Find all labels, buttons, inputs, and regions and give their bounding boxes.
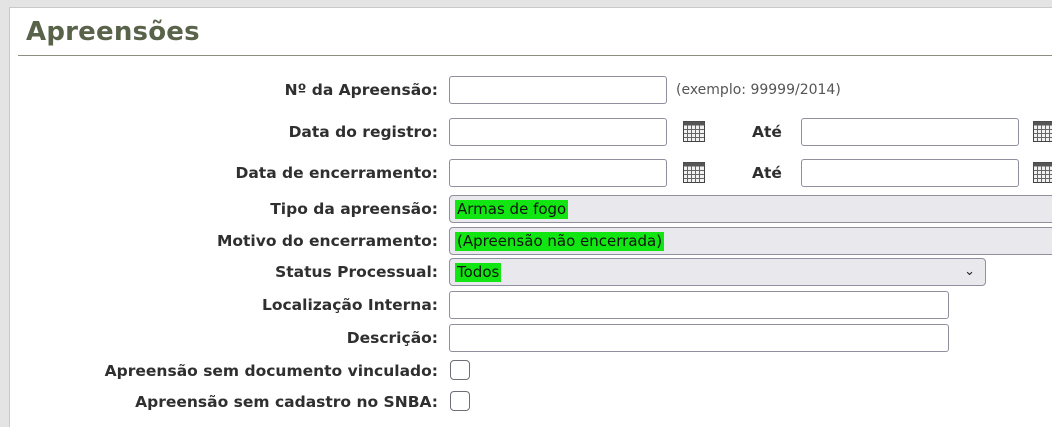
numero-input[interactable]	[449, 76, 667, 104]
status-label: Status Processual:	[275, 258, 438, 286]
sem-documento-checkbox[interactable]	[450, 360, 470, 380]
tipo-label: Tipo da apreensão:	[270, 195, 438, 223]
tipo-select[interactable]: Armas de fogo	[449, 195, 1052, 223]
data-encerramento-label: Data de encerramento:	[235, 159, 438, 187]
row-sem-snba: Apreensão sem cadastro no SNBA:	[0, 388, 1052, 416]
data-registro-label: Data do registro:	[289, 118, 438, 146]
sem-snba-checkbox[interactable]	[450, 391, 470, 411]
sem-snba-label: Apreensão sem cadastro no SNBA:	[135, 388, 438, 416]
calendar-icon[interactable]	[1033, 121, 1052, 142]
localizacao-label: Localização Interna:	[262, 291, 438, 319]
motivo-label: Motivo do encerramento:	[217, 227, 438, 255]
data-encerramento-ate-label: Até	[752, 159, 782, 187]
data-registro-ate-label: Até	[752, 118, 782, 146]
row-sem-documento: Apreensão sem documento vinculado:	[0, 357, 1052, 385]
motivo-selected-value: (Apreensão não encerrada)	[455, 232, 664, 251]
row-tipo: Tipo da apreensão: Armas de fogo	[0, 195, 1052, 223]
descricao-label: Descrição:	[347, 324, 438, 352]
calendar-icon[interactable]	[683, 121, 705, 142]
localizacao-input[interactable]	[449, 291, 949, 319]
data-registro-to-input[interactable]	[801, 118, 1019, 146]
data-registro-from-input[interactable]	[449, 118, 667, 146]
data-encerramento-to-input[interactable]	[801, 159, 1019, 187]
numero-hint: (exemplo: 99999/2014)	[676, 76, 841, 104]
calendar-icon[interactable]	[1033, 162, 1052, 183]
row-numero: Nº da Apreensão: (exemplo: 99999/2014)	[0, 76, 1052, 104]
row-status: Status Processual: Todos ⌄	[0, 258, 1052, 286]
numero-label: Nº da Apreensão:	[285, 76, 438, 104]
page-title: Apreensões	[26, 17, 200, 47]
calendar-icon[interactable]	[683, 162, 705, 183]
descricao-input[interactable]	[449, 324, 949, 352]
data-encerramento-from-input[interactable]	[449, 159, 667, 187]
motivo-select[interactable]: (Apreensão não encerrada)	[449, 227, 1052, 255]
tipo-selected-value: Armas de fogo	[455, 200, 568, 219]
status-selected-value: Todos	[455, 263, 501, 282]
row-data-registro: Data do registro: Até	[0, 118, 1052, 146]
sem-documento-label: Apreensão sem documento vinculado:	[105, 357, 438, 385]
row-descricao: Descrição:	[0, 324, 1052, 352]
title-divider	[18, 55, 1052, 56]
status-select[interactable]: Todos ⌄	[449, 258, 986, 286]
row-data-encerramento: Data de encerramento: Até	[0, 159, 1052, 187]
chevron-down-icon: ⌄	[964, 264, 975, 279]
row-motivo: Motivo do encerramento: (Apreensão não e…	[0, 227, 1052, 255]
row-localizacao: Localização Interna:	[0, 291, 1052, 319]
